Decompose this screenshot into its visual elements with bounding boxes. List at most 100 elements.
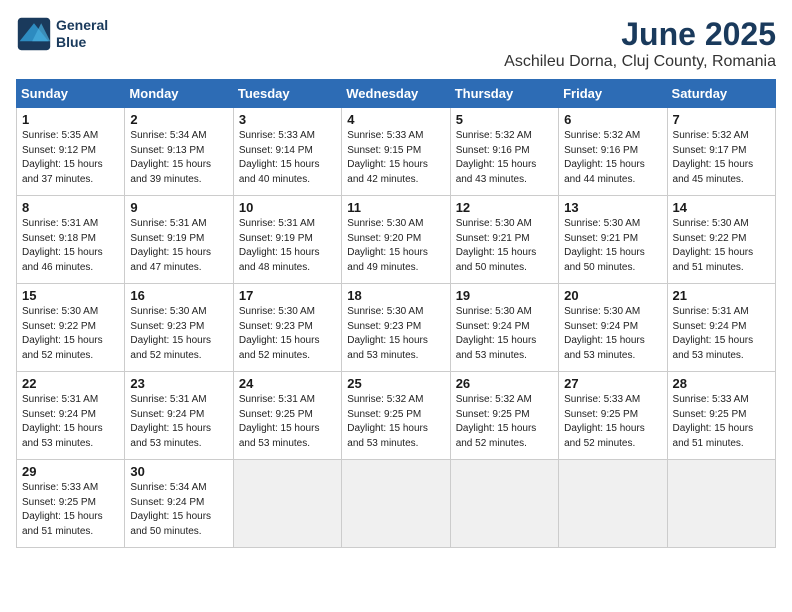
day-number: 3: [239, 112, 336, 127]
page-header: General Blue June 2025 Aschileu Dorna, C…: [16, 16, 776, 71]
day-info: Sunrise: 5:33 AM Sunset: 9:14 PM Dayligh…: [239, 129, 336, 187]
day-number: 30: [130, 464, 227, 479]
day-number: 5: [456, 112, 553, 127]
calendar-cell: 28 Sunrise: 5:33 AM Sunset: 9:25 PM Dayli…: [667, 372, 775, 460]
day-number: 6: [564, 112, 661, 127]
day-number: 12: [456, 200, 553, 215]
day-number: 19: [456, 288, 553, 303]
calendar-cell: 10 Sunrise: 5:31 AM Sunset: 9:19 PM Dayli…: [233, 196, 341, 284]
logo-icon: [16, 16, 52, 52]
calendar-cell: 21 Sunrise: 5:31 AM Sunset: 9:24 PM Dayli…: [667, 284, 775, 372]
day-number: 8: [22, 200, 119, 215]
calendar-cell: 18 Sunrise: 5:30 AM Sunset: 9:23 PM Dayli…: [342, 284, 450, 372]
day-info: Sunrise: 5:30 AM Sunset: 9:23 PM Dayligh…: [239, 305, 336, 363]
calendar-table: SundayMondayTuesdayWednesdayThursdayFrid…: [16, 79, 776, 548]
calendar-header-tuesday: Tuesday: [233, 80, 341, 108]
day-info: Sunrise: 5:30 AM Sunset: 9:21 PM Dayligh…: [564, 217, 661, 275]
calendar-cell: 5 Sunrise: 5:32 AM Sunset: 9:16 PM Daylig…: [450, 108, 558, 196]
day-number: 9: [130, 200, 227, 215]
day-number: 21: [673, 288, 770, 303]
calendar-cell: 12 Sunrise: 5:30 AM Sunset: 9:21 PM Dayli…: [450, 196, 558, 284]
calendar-cell: 24 Sunrise: 5:31 AM Sunset: 9:25 PM Dayli…: [233, 372, 341, 460]
day-info: Sunrise: 5:32 AM Sunset: 9:16 PM Dayligh…: [564, 129, 661, 187]
day-info: Sunrise: 5:31 AM Sunset: 9:24 PM Dayligh…: [673, 305, 770, 363]
day-number: 26: [456, 376, 553, 391]
day-info: Sunrise: 5:30 AM Sunset: 9:22 PM Dayligh…: [22, 305, 119, 363]
day-number: 16: [130, 288, 227, 303]
day-number: 10: [239, 200, 336, 215]
day-info: Sunrise: 5:30 AM Sunset: 9:24 PM Dayligh…: [456, 305, 553, 363]
day-number: 18: [347, 288, 444, 303]
calendar-cell: 3 Sunrise: 5:33 AM Sunset: 9:14 PM Daylig…: [233, 108, 341, 196]
day-number: 28: [673, 376, 770, 391]
calendar-cell: 14Sunrise: 5:30 AM Sunset: 9:22 PM Dayli…: [667, 196, 775, 284]
day-number: 27: [564, 376, 661, 391]
day-info: Sunrise: 5:32 AM Sunset: 9:17 PM Dayligh…: [673, 129, 770, 187]
calendar-cell: 2Sunrise: 5:34 AM Sunset: 9:13 PM Daylig…: [125, 108, 233, 196]
day-number: 29: [22, 464, 119, 479]
calendar-cell: 9 Sunrise: 5:31 AM Sunset: 9:19 PM Daylig…: [125, 196, 233, 284]
week-row-2: 8Sunrise: 5:31 AM Sunset: 9:18 PM Daylig…: [17, 196, 776, 284]
day-info: Sunrise: 5:31 AM Sunset: 9:24 PM Dayligh…: [130, 393, 227, 451]
calendar-cell: 4Sunrise: 5:33 AM Sunset: 9:15 PM Daylig…: [342, 108, 450, 196]
day-info: Sunrise: 5:30 AM Sunset: 9:21 PM Dayligh…: [456, 217, 553, 275]
day-info: Sunrise: 5:30 AM Sunset: 9:23 PM Dayligh…: [347, 305, 444, 363]
day-number: 1: [22, 112, 119, 127]
calendar-cell: 1 Sunrise: 5:35 AM Sunset: 9:12 PM Daylig…: [17, 108, 125, 196]
calendar-cell: 6 Sunrise: 5:32 AM Sunset: 9:16 PM Daylig…: [559, 108, 667, 196]
calendar-cell: 17 Sunrise: 5:30 AM Sunset: 9:23 PM Dayli…: [233, 284, 341, 372]
calendar-cell: [559, 460, 667, 548]
week-row-4: 22 Sunrise: 5:31 AM Sunset: 9:24 PM Dayli…: [17, 372, 776, 460]
calendar-cell: 13 Sunrise: 5:30 AM Sunset: 9:21 PM Dayli…: [559, 196, 667, 284]
day-info: Sunrise: 5:31 AM Sunset: 9:19 PM Dayligh…: [130, 217, 227, 275]
day-info: Sunrise: 5:33 AM Sunset: 9:25 PM Dayligh…: [673, 393, 770, 451]
day-info: Sunrise: 5:33 AM Sunset: 9:25 PM Dayligh…: [22, 481, 119, 539]
calendar-cell: [667, 460, 775, 548]
calendar-header-friday: Friday: [559, 80, 667, 108]
calendar-cell: 11 Sunrise: 5:30 AM Sunset: 9:20 PM Dayli…: [342, 196, 450, 284]
day-info: Sunrise: 5:31 AM Sunset: 9:24 PM Dayligh…: [22, 393, 119, 451]
day-number: 22: [22, 376, 119, 391]
day-number: 24: [239, 376, 336, 391]
calendar-header-sunday: Sunday: [17, 80, 125, 108]
day-info: Sunrise: 5:30 AM Sunset: 9:22 PM Dayligh…: [673, 217, 770, 275]
day-number: 2: [130, 112, 227, 127]
title-area: June 2025 Aschileu Dorna, Cluj County, R…: [504, 16, 776, 71]
calendar-cell: 7 Sunrise: 5:32 AM Sunset: 9:17 PM Daylig…: [667, 108, 775, 196]
calendar-cell: [233, 460, 341, 548]
day-info: Sunrise: 5:31 AM Sunset: 9:25 PM Dayligh…: [239, 393, 336, 451]
calendar-cell: 8Sunrise: 5:31 AM Sunset: 9:18 PM Daylig…: [17, 196, 125, 284]
calendar-cell: 26 Sunrise: 5:32 AM Sunset: 9:25 PM Dayli…: [450, 372, 558, 460]
calendar-cell: [342, 460, 450, 548]
day-info: Sunrise: 5:32 AM Sunset: 9:16 PM Dayligh…: [456, 129, 553, 187]
page-subtitle: Aschileu Dorna, Cluj County, Romania: [504, 53, 776, 71]
day-info: Sunrise: 5:30 AM Sunset: 9:23 PM Dayligh…: [130, 305, 227, 363]
page-title: June 2025: [504, 16, 776, 53]
calendar-cell: 20 Sunrise: 5:30 AM Sunset: 9:24 PM Dayli…: [559, 284, 667, 372]
calendar-header-saturday: Saturday: [667, 80, 775, 108]
day-number: 25: [347, 376, 444, 391]
calendar-cell: 29 Sunrise: 5:33 AM Sunset: 9:25 PM Dayli…: [17, 460, 125, 548]
day-number: 13: [564, 200, 661, 215]
day-info: Sunrise: 5:34 AM Sunset: 9:24 PM Dayligh…: [130, 481, 227, 539]
day-number: 23: [130, 376, 227, 391]
logo: General Blue: [16, 16, 108, 52]
week-row-3: 15Sunrise: 5:30 AM Sunset: 9:22 PM Dayli…: [17, 284, 776, 372]
calendar-cell: 25Sunrise: 5:32 AM Sunset: 9:25 PM Dayli…: [342, 372, 450, 460]
calendar-header-thursday: Thursday: [450, 80, 558, 108]
calendar-cell: 27Sunrise: 5:33 AM Sunset: 9:25 PM Dayli…: [559, 372, 667, 460]
calendar-header-monday: Monday: [125, 80, 233, 108]
day-number: 17: [239, 288, 336, 303]
day-info: Sunrise: 5:31 AM Sunset: 9:19 PM Dayligh…: [239, 217, 336, 275]
logo-text: General Blue: [56, 17, 108, 51]
week-row-5: 29 Sunrise: 5:33 AM Sunset: 9:25 PM Dayli…: [17, 460, 776, 548]
day-number: 11: [347, 200, 444, 215]
day-number: 20: [564, 288, 661, 303]
day-number: 7: [673, 112, 770, 127]
calendar-cell: [450, 460, 558, 548]
day-info: Sunrise: 5:30 AM Sunset: 9:20 PM Dayligh…: [347, 217, 444, 275]
day-info: Sunrise: 5:35 AM Sunset: 9:12 PM Dayligh…: [22, 129, 119, 187]
calendar-cell: 23 Sunrise: 5:31 AM Sunset: 9:24 PM Dayli…: [125, 372, 233, 460]
day-info: Sunrise: 5:32 AM Sunset: 9:25 PM Dayligh…: [456, 393, 553, 451]
day-info: Sunrise: 5:30 AM Sunset: 9:24 PM Dayligh…: [564, 305, 661, 363]
